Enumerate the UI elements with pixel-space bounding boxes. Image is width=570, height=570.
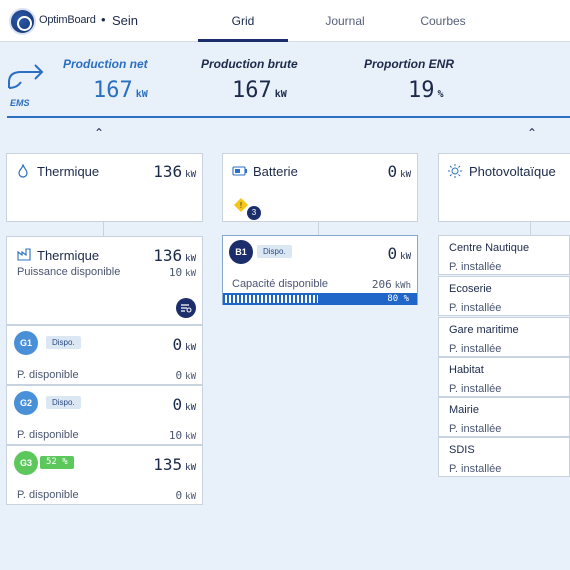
- factory-icon: [17, 248, 31, 261]
- thermique-value: 136 kW: [153, 162, 196, 181]
- batterie-summary-card[interactable]: Batterie 0 kW ! 3: [222, 153, 418, 222]
- production-net-label: Production net: [63, 57, 148, 71]
- pv-site-name: Centre Nautique: [449, 242, 530, 254]
- batterie-title: Batterie: [253, 164, 298, 179]
- battery-charge-text: 80 %: [387, 294, 409, 304]
- generator-g3-card[interactable]: G3 52 % 135 kW P. disponible 0 kW: [6, 445, 203, 505]
- active-tab-indicator: [198, 39, 288, 42]
- pv-site-name: Habitat: [449, 364, 484, 376]
- pv-site-sub: P. installée: [449, 302, 502, 314]
- pv-site-habitat[interactable]: Habitat P. installée: [438, 357, 570, 397]
- production-brute-value: 167 kW: [232, 78, 287, 103]
- pv-site-sub: P. installée: [449, 423, 502, 435]
- battery-b1-badge: B1: [229, 240, 253, 264]
- generator-g1-badge: G1: [14, 331, 38, 355]
- pv-site-sub: P. installée: [449, 383, 502, 395]
- flame-icon: [18, 164, 28, 178]
- generator-g2-value: 0 kW: [172, 395, 196, 414]
- pv-site-gare-maritime[interactable]: Gare maritime P. installée: [438, 317, 570, 357]
- thermique-connector: [103, 222, 104, 236]
- pv-site-name: Gare maritime: [449, 324, 519, 336]
- pv-site-name: SDIS: [449, 444, 475, 456]
- pv-site-centre-nautique[interactable]: Centre Nautique P. installée: [438, 235, 570, 275]
- capacite-disponible-value: 206 kWh: [371, 278, 411, 291]
- pv-site-sdis[interactable]: SDIS P. installée: [438, 437, 570, 477]
- generator-g2-sub-value: 10 kW: [168, 429, 196, 442]
- optimboard-logo-icon[interactable]: [9, 8, 36, 35]
- generator-g2-card[interactable]: G2 Dispo. 0 kW P. disponible 10 kW: [6, 385, 203, 445]
- battery-b1-status: Dispo.: [257, 245, 292, 258]
- battery-icon: [232, 166, 247, 176]
- generator-g3-sub-label: P. disponible: [17, 489, 79, 501]
- puissance-disponible-value: 10 kW: [168, 266, 196, 279]
- site-name[interactable]: Sein: [112, 13, 138, 28]
- proportion-enr-value: 19%: [408, 78, 444, 103]
- thermique-detail-title: Thermique: [37, 248, 100, 263]
- tab-courbes[interactable]: Courbes: [398, 14, 488, 28]
- puissance-disponible-label: Puissance disponible: [17, 266, 121, 278]
- generator-g3-load-badge: 52 %: [40, 456, 74, 469]
- alert-count-badge: 3: [247, 206, 261, 220]
- filter-list-button[interactable]: [176, 298, 196, 318]
- thermique-detail-value: 136 kW: [153, 246, 196, 265]
- filter-list-icon: [181, 304, 192, 313]
- pv-site-sub: P. installée: [449, 343, 502, 355]
- generator-g3-sub-value: 0 kW: [175, 489, 196, 502]
- photovoltaique-title: Photovoltaïque: [469, 164, 556, 179]
- generator-g3-badge: G3: [14, 451, 38, 475]
- thermique-detail-card: Thermique 136 kW Puissance disponible 10 k…: [6, 236, 203, 325]
- battery-b1-value: 0 kW: [387, 244, 411, 263]
- generator-g2-status: Dispo.: [46, 396, 81, 409]
- generator-g1-sub-value: 0 kW: [175, 369, 196, 382]
- tab-grid[interactable]: Grid: [198, 14, 288, 28]
- generator-g2-badge: G2: [14, 391, 38, 415]
- battery-charge-bar: 80 %: [223, 293, 417, 305]
- generator-g1-sub-label: P. disponible: [17, 369, 79, 381]
- svg-text:!: !: [240, 201, 242, 210]
- tab-journal[interactable]: Journal: [300, 14, 390, 28]
- brand-separator: •: [101, 12, 106, 27]
- generator-g1-card[interactable]: G1 Dispo. 0 kW P. disponible 0 kW: [6, 325, 203, 385]
- production-divider: [7, 116, 570, 118]
- photovoltaique-connector: [530, 222, 531, 235]
- capacite-disponible-label: Capacité disponible: [232, 278, 329, 290]
- production-brute-label: Production brute: [201, 57, 298, 71]
- ems-label: EMS: [10, 98, 30, 108]
- pv-site-name: Mairie: [449, 404, 479, 416]
- pv-site-name: Ecoserie: [449, 283, 492, 295]
- sun-icon: [448, 164, 462, 178]
- collapse-photovoltaique-chevron-up-icon[interactable]: ⌃: [527, 126, 537, 140]
- brand-name[interactable]: OptimBoard: [39, 14, 96, 26]
- generator-g3-value: 135 kW: [153, 455, 196, 474]
- pv-site-ecoserie[interactable]: Ecoserie P. installée: [438, 276, 570, 316]
- battery-charge-fill: [225, 295, 318, 303]
- collapse-thermique-chevron-up-icon[interactable]: ⌃: [94, 126, 104, 140]
- pv-site-sub: P. installée: [449, 463, 502, 475]
- thermique-title: Thermique: [37, 164, 100, 179]
- proportion-enr-label: Proportion ENR: [364, 57, 454, 71]
- batterie-value: 0 kW: [387, 162, 411, 181]
- generator-g2-sub-label: P. disponible: [17, 429, 79, 441]
- production-net-value: 167 kW: [93, 78, 148, 103]
- batterie-connector: [318, 222, 319, 235]
- pv-site-sub: P. installée: [449, 261, 502, 273]
- generator-g1-value: 0 kW: [172, 335, 196, 354]
- top-bar: OptimBoard • Sein Grid Journal Courbes: [0, 0, 570, 42]
- ems-arrow-icon: [8, 64, 44, 89]
- thermique-summary-card[interactable]: Thermique 136 kW: [6, 153, 203, 222]
- pv-site-mairie[interactable]: Mairie P. installée: [438, 397, 570, 437]
- photovoltaique-summary-card[interactable]: Photovoltaïque: [438, 153, 570, 222]
- generator-g1-status: Dispo.: [46, 336, 81, 349]
